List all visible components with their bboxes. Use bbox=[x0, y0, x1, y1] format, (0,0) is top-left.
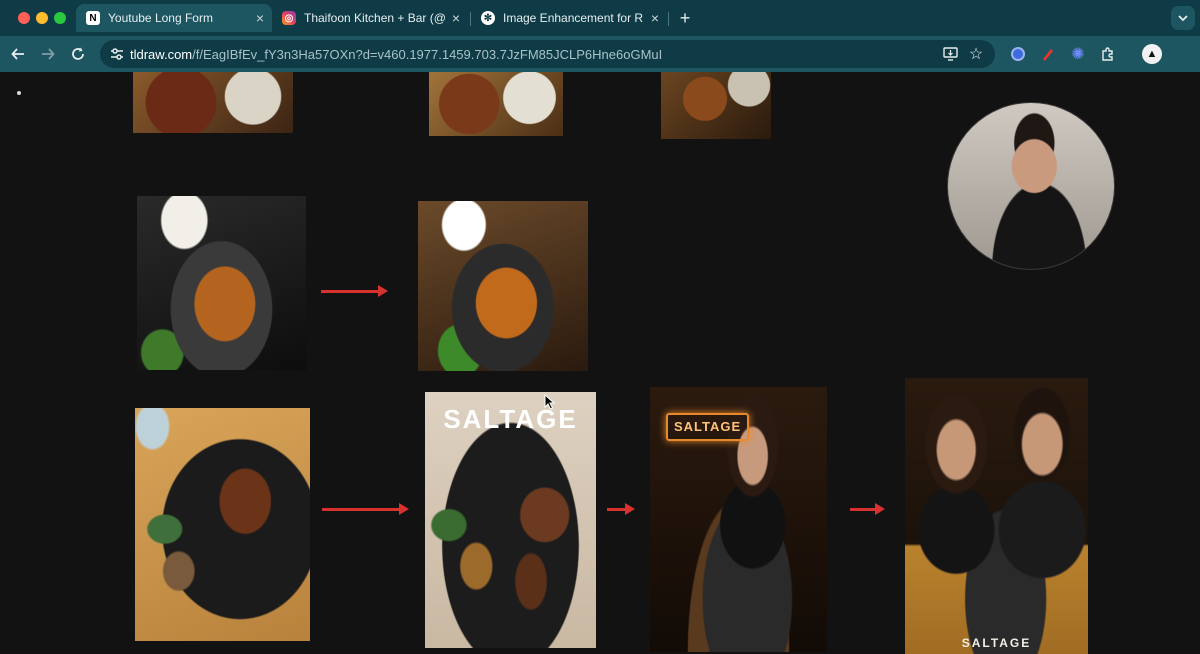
food-photo-row1-enhanced[interactable] bbox=[429, 72, 563, 136]
transform-arrow-row3b bbox=[607, 503, 635, 515]
install-app-icon[interactable] bbox=[940, 44, 960, 64]
neon-sign: SALTAGE bbox=[666, 413, 750, 441]
instagram-icon: ◎ bbox=[282, 11, 296, 25]
close-tab-icon[interactable]: × bbox=[256, 10, 264, 26]
brand-wordmark: SALTAGE bbox=[443, 404, 578, 434]
close-window-button[interactable] bbox=[18, 12, 30, 24]
canvas-dot bbox=[17, 91, 21, 95]
extension-sparkle-icon[interactable]: ✺ bbox=[1068, 44, 1088, 64]
new-tab-button[interactable]: + bbox=[674, 4, 696, 32]
tab-thaifoon-instagram[interactable]: ◎ Thaifoon Kitchen + Bar (@tha × bbox=[272, 4, 468, 32]
bookmark-star-icon[interactable]: ☆ bbox=[966, 44, 986, 64]
brand-wordmark: SALTAGE bbox=[961, 636, 1032, 650]
tab-title: Thaifoon Kitchen + Bar (@tha bbox=[304, 11, 446, 25]
tldraw-canvas[interactable]: SALTAGE SALTAGE SALTAGE bbox=[0, 72, 1200, 654]
food-photo-row2-original[interactable] bbox=[137, 196, 306, 370]
food-photo-row1-original[interactable] bbox=[133, 72, 293, 133]
notion-icon: N bbox=[86, 11, 100, 25]
extension-red-pen-icon[interactable] bbox=[1038, 44, 1058, 64]
tab-title: Image Enhancement for Resta bbox=[503, 11, 643, 25]
url-domain: tldraw.com bbox=[130, 47, 193, 62]
transform-arrow-row2 bbox=[321, 285, 388, 297]
maximize-window-button[interactable] bbox=[54, 12, 66, 24]
transform-arrow-row3c bbox=[850, 503, 885, 515]
extensions-puzzle-icon[interactable] bbox=[1098, 44, 1118, 64]
minimize-window-button[interactable] bbox=[36, 12, 48, 24]
close-tab-icon[interactable]: × bbox=[452, 10, 460, 26]
close-tab-icon[interactable]: × bbox=[651, 10, 659, 26]
reload-icon bbox=[72, 47, 84, 60]
food-photo-row3-branded[interactable]: SALTAGE bbox=[425, 392, 596, 648]
forward-button[interactable] bbox=[38, 44, 58, 64]
neon-sign-text: SALTAGE bbox=[674, 419, 742, 434]
chevron-down-icon bbox=[1178, 15, 1188, 22]
arrow-right-icon bbox=[42, 48, 55, 60]
back-button[interactable] bbox=[8, 44, 28, 64]
tab-image-enhancement[interactable]: ✻ Image Enhancement for Resta × bbox=[471, 4, 667, 32]
browser-toolbar: tldraw.com/f/EagIBfEv_fY3n3Ha57OXn?d=v46… bbox=[0, 36, 1200, 72]
chatgpt-icon: ✻ bbox=[481, 11, 495, 25]
restaurant-photo-woman[interactable]: SALTAGE bbox=[650, 387, 827, 652]
presenter-webcam-overlay bbox=[947, 102, 1115, 270]
extension-blue-icon[interactable] bbox=[1008, 44, 1028, 64]
url-path: /f/EagIBfEv_fY3n3Ha57OXn?d=v460.1977.145… bbox=[192, 47, 663, 62]
tab-youtube-long-form[interactable]: N Youtube Long Form × bbox=[76, 4, 272, 32]
site-settings-icon[interactable] bbox=[110, 47, 124, 61]
url-text: tldraw.com/f/EagIBfEv_fY3n3Ha57OXn?d=v46… bbox=[130, 47, 662, 62]
tab-title: Youtube Long Form bbox=[108, 11, 213, 25]
restaurant-photo-couple[interactable]: SALTAGE bbox=[905, 378, 1088, 654]
tab-strip: N Youtube Long Form × ◎ Thaifoon Kitchen… bbox=[0, 0, 1200, 36]
arrow-left-icon bbox=[11, 48, 24, 60]
profile-avatar-icon[interactable]: ▲ bbox=[1142, 44, 1162, 64]
transform-arrow-row3a bbox=[322, 503, 409, 515]
tab-search-button[interactable] bbox=[1171, 6, 1195, 30]
address-bar[interactable]: tldraw.com/f/EagIBfEv_fY3n3Ha57OXn?d=v46… bbox=[100, 40, 995, 68]
food-photo-row2-enhanced[interactable] bbox=[418, 201, 588, 371]
food-photo-row1-styled[interactable] bbox=[661, 72, 771, 139]
tab-separator bbox=[668, 12, 669, 26]
reload-button[interactable] bbox=[68, 44, 88, 64]
mouse-cursor-icon bbox=[544, 394, 556, 410]
food-photo-row3-original[interactable] bbox=[135, 408, 310, 641]
